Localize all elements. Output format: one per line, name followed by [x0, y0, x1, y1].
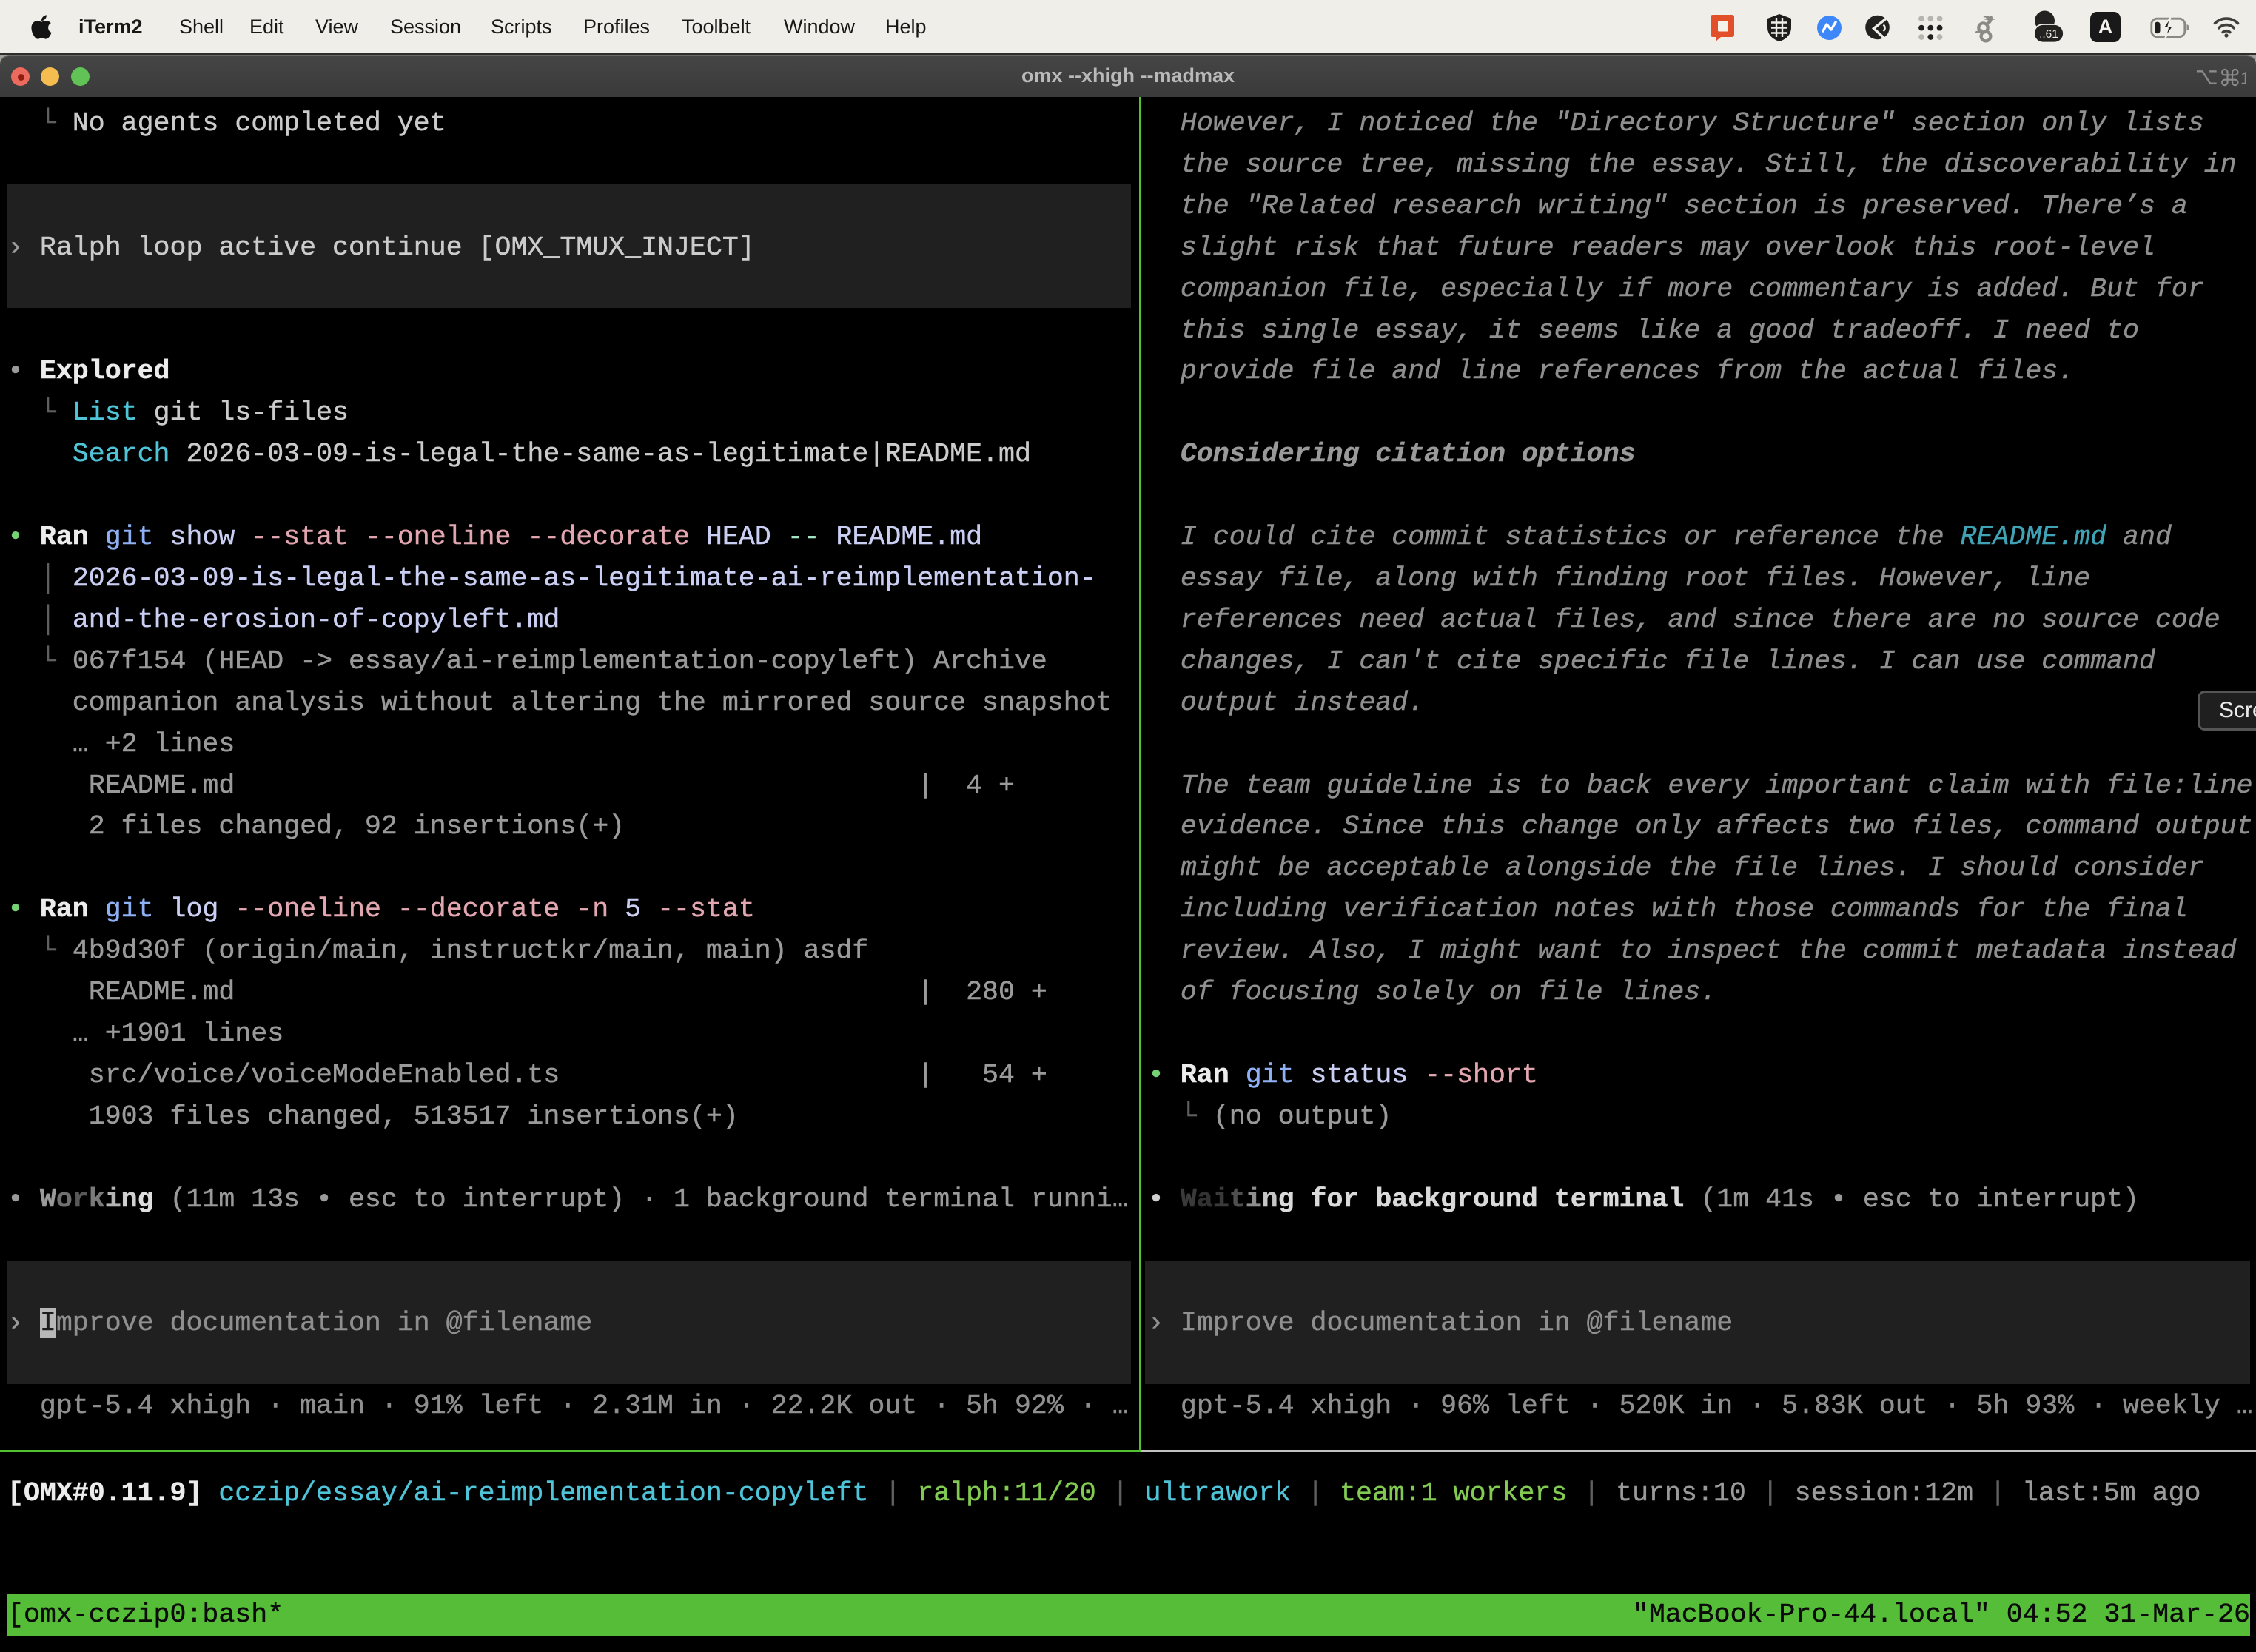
svg-text:1: 1 [2240, 69, 2246, 88]
svg-text:..61: ..61 [2039, 28, 2058, 41]
